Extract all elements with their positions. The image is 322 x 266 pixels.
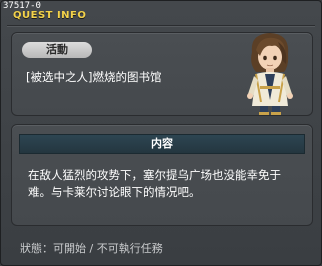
- quest-content-panel: 内容 在敌人猛烈的攻势下，塞尔提乌广场也没能幸免于难。与卡莱尔讨论眼下的情况吧。: [11, 124, 313, 226]
- npc-portrait: [247, 33, 293, 115]
- title-divider: [7, 25, 315, 27]
- quest-description: 在敌人猛烈的攻势下，塞尔提乌广场也没能幸免于难。与卡莱尔讨论眼下的情况吧。: [28, 168, 281, 199]
- quest-status: 狀態：可開始 / 不可執行任務: [20, 242, 163, 255]
- quest-header-panel: 活動 [被选中之人]燃烧的图书馆: [11, 32, 313, 116]
- quest-info-window: 37517-0 QUEST INFO 活動 [被选中之人]燃烧的图书馆 内容 在…: [0, 0, 322, 266]
- window-title: QUEST INFO: [13, 10, 87, 21]
- content-header: 内容: [19, 134, 305, 154]
- quest-name: [被选中之人]燃烧的图书馆: [26, 70, 162, 84]
- category-badge: 活動: [22, 42, 92, 58]
